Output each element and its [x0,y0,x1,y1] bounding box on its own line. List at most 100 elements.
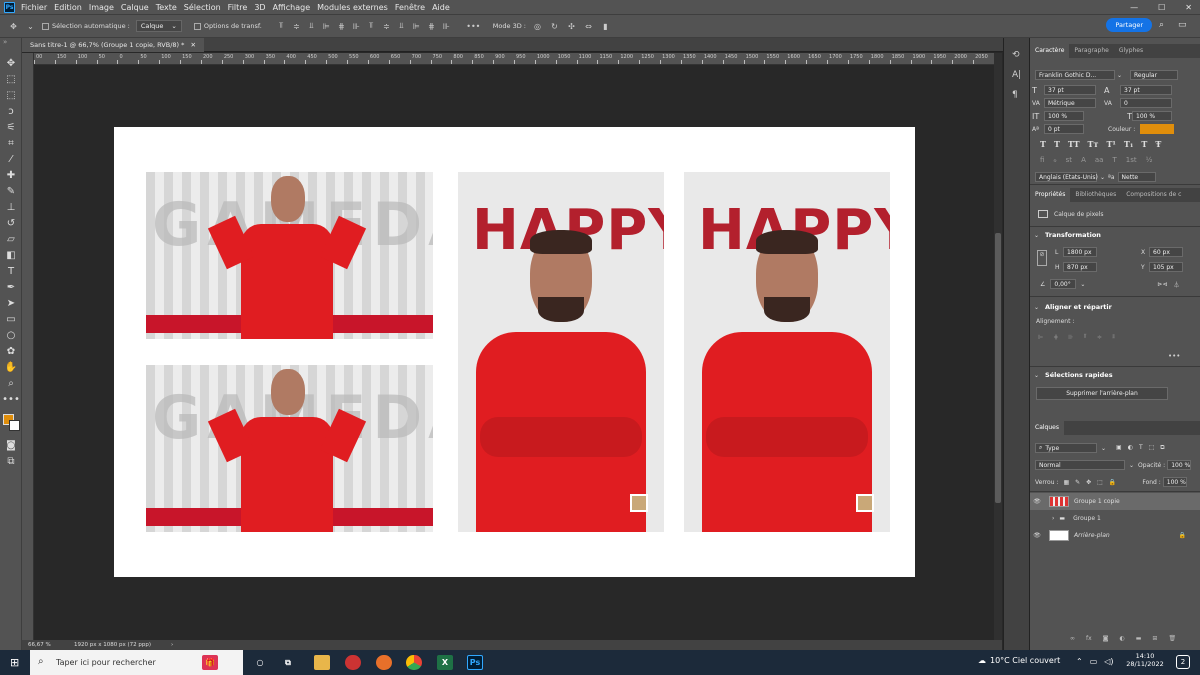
link-dimensions-icon[interactable]: ⊘ [1037,250,1047,266]
layer-filter-select[interactable]: ⌕ Type [1035,443,1097,453]
zoom-tool-icon[interactable]: ⌕ [2,376,20,390]
flip-vertical-icon[interactable]: ⏃ [1173,280,1179,289]
close-tab-icon[interactable]: ✕ [190,41,195,49]
fractions-icon[interactable]: ½ [1146,156,1153,164]
quick-mask-icon[interactable]: ◙ [2,438,20,452]
text-color-swatch[interactable] [1140,124,1174,134]
menu-3d[interactable]: 3D [254,3,265,12]
angle-field[interactable]: 0,00° [1050,279,1077,289]
excel-icon[interactable]: X [437,655,453,670]
chevron-down-icon[interactable]: ⌄ [1080,281,1085,288]
auto-select-dropdown[interactable]: Calque ⌄ [135,20,182,32]
path-selection-tool-icon[interactable]: ➤ [2,296,20,310]
kerning-field[interactable]: Métrique [1044,98,1096,108]
menu-fenetre[interactable]: Fenêtre [395,3,425,12]
brush-tool-icon[interactable]: ✎ [2,184,20,198]
new-layer-icon[interactable]: ⊞ [1152,635,1157,642]
healing-brush-tool-icon[interactable]: ✚ [2,168,20,182]
expand-group-icon[interactable]: › [1052,515,1054,522]
show-hidden-icon[interactable]: ⌃ [1076,657,1083,666]
fill-field[interactable]: 100 % [1162,477,1187,487]
distribute-vcenter-icon[interactable]: ≑ [381,22,392,31]
menu-texte[interactable]: Texte [156,3,177,12]
marquee-tool-icon[interactable]: ⬚ [2,88,20,102]
layer-name[interactable]: Groupe 1 copie [1074,498,1120,505]
distribute-right-icon[interactable]: ⊪ [441,22,452,31]
more-tools-icon[interactable]: ••• [2,392,20,406]
align-top-icon[interactable]: ⫪ [276,21,287,31]
move-tool-icon[interactable]: ✥ [2,56,20,70]
menu-image[interactable]: Image [89,3,114,12]
background-color-swatch[interactable] [9,420,20,431]
tab-glyphes[interactable]: Glyphes [1114,44,1148,58]
lock-artboard-icon[interactable]: ⬚ [1097,479,1103,486]
filter-shape-icon[interactable]: ⬚ [1149,444,1155,452]
eye-icon[interactable]: 👁 [1030,532,1044,539]
more-align-icon[interactable]: ••• [1168,352,1180,360]
document-tab[interactable]: Sans titre-1 @ 66,7% (Groupe 1 copie, RV… [22,38,204,52]
clone-stamp-tool-icon[interactable]: ⊥ [2,200,20,214]
distribute-bottom-icon[interactable]: ⫫ [396,21,407,31]
gameday-poster-bottom[interactable]: GAMEDAY [146,365,433,532]
filter-type-icon[interactable]: T [1139,444,1143,452]
magic-wand-tool-icon[interactable]: ⚟ [2,120,20,134]
lock-position-icon[interactable]: ✥ [1086,479,1091,486]
chevron-down-icon[interactable]: ⌄ [1129,462,1134,469]
layer-name[interactable]: Arrière-plan [1074,532,1110,539]
history-brush-tool-icon[interactable]: ↺ [2,216,20,230]
leading-field[interactable]: 37 pt [1120,85,1172,95]
ordinals-icon[interactable]: 1st [1126,156,1137,164]
artboard-tool-icon[interactable]: ⬚ [2,72,20,86]
auto-select-checkbox[interactable]: Sélection automatique : [42,22,130,30]
scroll-thumb[interactable] [995,233,1001,503]
collapse-toolbar-icon[interactable]: » [3,38,7,46]
weather-widget[interactable]: ☁ 10°C Ciel couvert [978,656,1060,665]
width-field[interactable]: 1800 px [1063,247,1097,257]
layer-row[interactable]: 👁 Arrière-plan 🔒 [1030,527,1200,544]
opacity-field[interactable]: 100 % [1167,460,1192,470]
font-style-select[interactable]: Regular [1130,70,1179,80]
layer-name[interactable]: Groupe 1 [1073,515,1101,522]
share-button[interactable]: Partager [1106,18,1152,32]
lock-all-icon[interactable]: 🔒 [1109,479,1116,486]
strikethrough-icon[interactable]: Ŧ [1155,139,1161,149]
distribute-top-icon[interactable]: ⫪ [366,21,377,31]
windows-start-icon[interactable]: ⊞ [10,656,19,669]
more-options-icon[interactable]: ••• [466,22,480,31]
tab-proprietes[interactable]: Propriétés [1030,188,1071,202]
delete-layer-icon[interactable]: 🗑 [1168,635,1176,642]
layer-row[interactable]: › ▬ Groupe 1 [1030,510,1200,527]
align-right-edges-icon[interactable]: ⊪ [1068,334,1073,341]
firefox-icon[interactable] [376,655,392,670]
menu-fichier[interactable]: Fichier [21,3,47,12]
gradient-tool-icon[interactable]: ◧ [2,248,20,262]
tab-paragraphe[interactable]: Paragraphe [1069,44,1113,58]
subscript-icon[interactable]: T₁ [1124,139,1133,149]
align-top-edges-icon[interactable]: ⫪ [1084,333,1087,341]
menu-selection[interactable]: Sélection [184,3,221,12]
filter-smart-icon[interactable]: ⧉ [1160,444,1164,452]
menu-calque[interactable]: Calque [121,3,149,12]
align-left-icon[interactable]: ⊫ [321,22,332,31]
swash-icon[interactable]: A [1081,156,1086,164]
vertical-scale-field[interactable]: 100 % [1044,111,1084,121]
gameday-poster-top[interactable]: GAMEDAY [146,172,433,339]
blend-mode-select[interactable]: Normal [1035,460,1125,470]
language-select[interactable]: Anglais (Etats-Unis) [1035,172,1098,182]
menu-aide[interactable]: Aide [432,3,450,12]
volume-icon[interactable]: ◁) [1104,657,1113,666]
y-field[interactable]: 105 px [1149,262,1183,272]
height-field[interactable]: 870 px [1063,262,1097,272]
align-bottom-edges-icon[interactable]: ⫫ [1112,333,1115,341]
baseline-shift-field[interactable]: 0 pt [1044,124,1084,134]
chevron-down-icon[interactable]: ⌄ [25,22,36,31]
chevron-down-icon[interactable]: ⌄ [1100,174,1105,181]
filter-pixel-icon[interactable]: ▣ [1116,444,1122,452]
clock[interactable]: 14:10 28/11/2022 [1126,652,1164,668]
eyedropper-tool-icon[interactable]: ⁄ [2,152,20,166]
font-family-select[interactable]: Franklin Gothic D... [1035,70,1115,80]
discretionary-lig-icon[interactable]: st [1066,156,1072,164]
pan-3d-icon[interactable]: ✣ [566,22,577,31]
chevron-down-icon[interactable]: ⌄ [1034,232,1039,239]
transform-options-checkbox[interactable]: Options de transf. [193,22,262,30]
